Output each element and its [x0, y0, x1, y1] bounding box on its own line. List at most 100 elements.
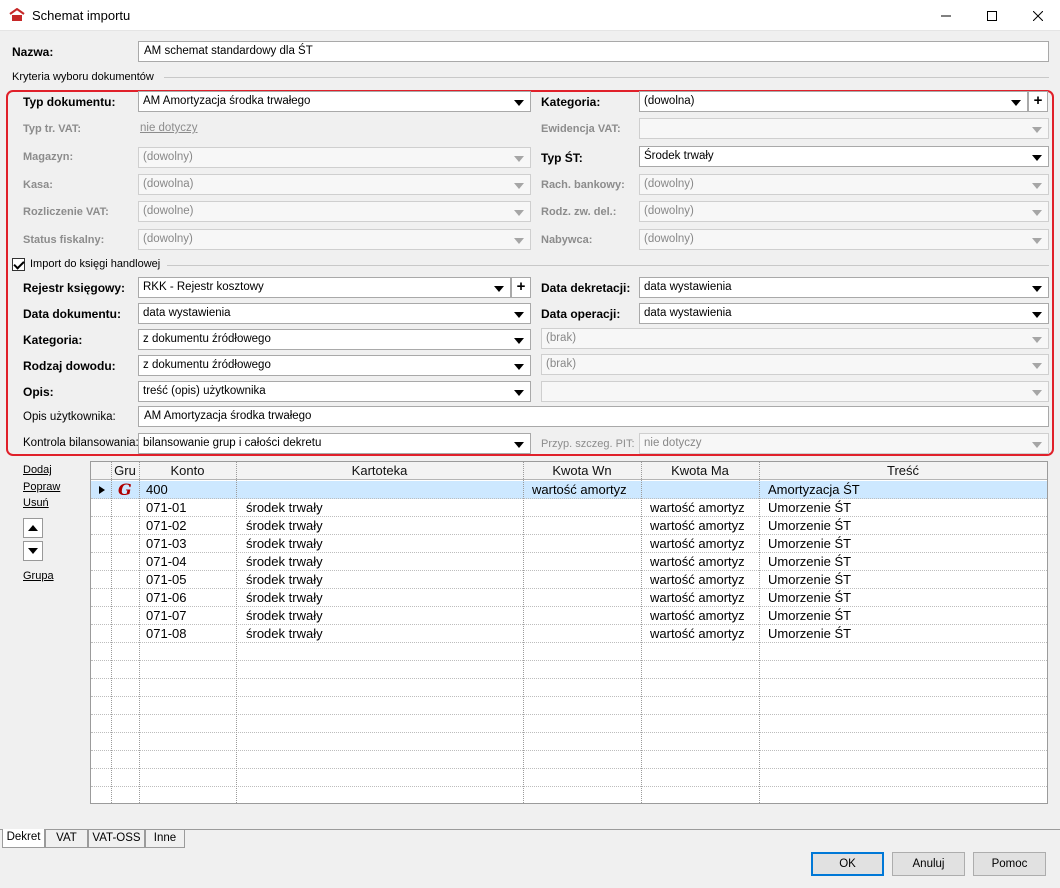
rodzaj-dowodu-right-select[interactable]: (brak): [541, 354, 1049, 375]
cell-ma: wartość amortyz: [650, 554, 745, 569]
typ-dokumentu-label: Typ dokumentu:: [23, 95, 116, 109]
column-header-gru[interactable]: Gru: [111, 462, 139, 480]
cell-kartoteka: środek trwały: [246, 518, 323, 533]
column-header-tresc[interactable]: Treść: [759, 462, 1047, 480]
typ-dokumentu-select[interactable]: AM Amortyzacja środka trwałego: [138, 91, 531, 112]
grid-row-line: [91, 714, 1047, 715]
magazyn-select[interactable]: (dowolny): [138, 147, 531, 168]
cell-ma: wartość amortyz: [650, 536, 745, 551]
cell-tresc: Umorzenie ŚT: [768, 572, 852, 587]
chevron-down-icon: [1032, 286, 1042, 292]
cell-tresc: Amortyzacja ŚT: [768, 482, 860, 497]
cell-wn: [532, 553, 640, 571]
popraw-link[interactable]: Popraw: [23, 481, 60, 493]
chevron-down-icon: [514, 442, 524, 448]
chevron-down-icon: [514, 156, 524, 162]
pomoc-button[interactable]: Pomoc: [973, 852, 1046, 876]
chevron-down-icon: [514, 100, 524, 106]
table-row[interactable]: 071-02 środek trwały wartość amortyz Umorze…: [91, 517, 1047, 535]
rodz-zw-del-select[interactable]: (dowolny): [639, 201, 1049, 222]
ewidencja-vat-label: Ewidencja VAT:: [541, 123, 621, 135]
plus-icon: +: [516, 278, 526, 295]
usun-link[interactable]: Usuń: [23, 497, 49, 509]
status-fiskalny-select[interactable]: (dowolny): [138, 229, 531, 250]
dekret-grid[interactable]: Gru Konto Kartoteka Kwota Wn Kwota Ma Tr…: [90, 461, 1048, 804]
cell-tresc: Umorzenie ŚT: [768, 608, 852, 623]
rejestr-ksiegowy-select[interactable]: RKK - Rejestr kosztowy: [138, 277, 511, 298]
chevron-down-icon: [1032, 238, 1042, 244]
dodaj-link[interactable]: Dodaj: [23, 464, 52, 476]
magazyn-value: (dowolny): [143, 151, 193, 163]
criteria-section-label: Kryteria wyboru dokumentów: [12, 71, 154, 83]
column-header-konto[interactable]: Konto: [139, 462, 236, 480]
ewidencja-vat-select[interactable]: [639, 118, 1049, 139]
typ-st-select[interactable]: Środek trwały: [639, 146, 1049, 167]
app-logo-icon: [9, 8, 25, 21]
grid-row-line: [91, 732, 1047, 733]
table-row[interactable]: 071-05 środek trwały wartość amortyz Umorze…: [91, 571, 1047, 589]
rodzaj-dowodu-select[interactable]: z dokumentu źródłowego: [138, 355, 531, 376]
cell-wn: [532, 607, 640, 625]
close-button[interactable]: [1015, 0, 1060, 31]
import-kategoria-right-select[interactable]: (brak): [541, 328, 1049, 349]
grid-row-line: [91, 642, 1047, 643]
anuluj-button[interactable]: Anuluj: [892, 852, 965, 876]
chevron-down-icon: [514, 312, 524, 318]
ok-button[interactable]: OK: [811, 852, 884, 876]
kasa-select[interactable]: (dowolna): [138, 174, 531, 195]
rozliczenie-vat-select[interactable]: (dowolne): [138, 201, 531, 222]
import-checkbox-label[interactable]: Import do księgi handlowej: [30, 258, 160, 270]
tab-dekret[interactable]: Dekret: [2, 829, 45, 848]
data-operacji-label: Data operacji:: [541, 307, 621, 321]
kategoria-select[interactable]: (dowolna): [639, 91, 1028, 112]
minimize-button[interactable]: [923, 0, 969, 31]
tab-vat[interactable]: VAT: [45, 830, 88, 848]
cell-tresc: Umorzenie ŚT: [768, 518, 852, 533]
opis-uzytkownika-input[interactable]: AM Amortyzacja środka trwałego: [138, 406, 1049, 427]
cell-wn: [532, 625, 640, 643]
column-header-kartoteka[interactable]: Kartoteka: [236, 462, 523, 480]
table-row[interactable]: 071-06 środek trwały wartość amortyz Umorze…: [91, 589, 1047, 607]
maximize-button[interactable]: [969, 0, 1015, 31]
kontrola-bilansowania-select[interactable]: bilansowanie grup i całości dekretu: [138, 433, 531, 454]
cell-konto: 071-04: [146, 554, 187, 569]
move-down-button[interactable]: [23, 541, 43, 561]
table-row[interactable]: 071-04 środek trwały wartość amortyz Umorze…: [91, 553, 1047, 571]
kategoria-add-button[interactable]: +: [1028, 91, 1048, 112]
rejestr-ksiegowy-value: RKK - Rejestr kosztowy: [143, 281, 264, 293]
table-row[interactable]: 071-03 środek trwały wartość amortyz Umorze…: [91, 535, 1047, 553]
data-dekretacji-select[interactable]: data wystawienia: [639, 277, 1049, 298]
przyp-szczeg-pit-value: nie dotyczy: [644, 437, 702, 449]
tab-vat-oss[interactable]: VAT-OSS: [88, 830, 145, 848]
import-kategoria-select[interactable]: z dokumentu źródłowego: [138, 329, 531, 350]
typ-dokumentu-value: AM Amortyzacja środka trwałego: [143, 95, 311, 107]
przyp-szczeg-pit-select[interactable]: nie dotyczy: [639, 433, 1049, 454]
grupa-link[interactable]: Grupa: [23, 570, 54, 582]
column-header-kwota-wn[interactable]: Kwota Wn: [523, 462, 641, 480]
kasa-value: (dowolna): [143, 178, 194, 190]
table-row[interactable]: 071-07 środek trwały wartość amortyz Umorze…: [91, 607, 1047, 625]
grid-column-line: [111, 462, 112, 803]
opis-right-select[interactable]: [541, 381, 1049, 402]
rejestr-add-button[interactable]: +: [511, 277, 531, 298]
typ-tr-vat-value[interactable]: nie dotyczy: [140, 122, 198, 134]
cell-kartoteka: środek trwały: [246, 572, 323, 587]
move-up-button[interactable]: [23, 518, 43, 538]
table-row[interactable]: G 400 wartość amortyz Amortyzacja ŚT: [91, 481, 1047, 499]
rach-bankowy-select[interactable]: (dowolny): [639, 174, 1049, 195]
grid-row-line: [91, 498, 1047, 499]
nabywca-select[interactable]: (dowolny): [639, 229, 1049, 250]
table-row[interactable]: 071-08 środek trwały wartość amortyz Umorze…: [91, 625, 1047, 643]
data-operacji-select[interactable]: data wystawienia: [639, 303, 1049, 324]
opis-select[interactable]: treść (opis) użytkownika: [138, 381, 531, 402]
nazwa-input[interactable]: AM schemat standardowy dla ŚT: [138, 41, 1049, 62]
table-row[interactable]: 071-01 środek trwały wartość amortyz Umorze…: [91, 499, 1047, 517]
tab-inne[interactable]: Inne: [145, 830, 185, 848]
grid-row-line: [91, 678, 1047, 679]
import-checkbox[interactable]: [12, 258, 25, 271]
column-header-kwota-ma[interactable]: Kwota Ma: [641, 462, 759, 480]
data-dokumentu-value: data wystawienia: [143, 307, 231, 319]
data-dokumentu-select[interactable]: data wystawienia: [138, 303, 531, 324]
cell-wn: [532, 589, 640, 607]
data-dokumentu-label: Data dokumentu:: [23, 307, 122, 321]
